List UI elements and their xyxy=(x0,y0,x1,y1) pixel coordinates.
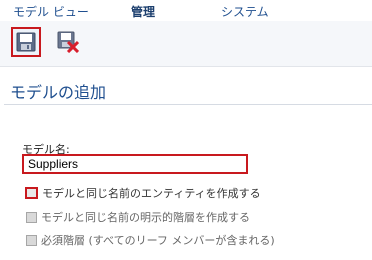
cancel-save-button[interactable] xyxy=(53,27,83,57)
create-explicit-hierarchy-checkbox xyxy=(26,211,37,223)
model-name-input[interactable] xyxy=(22,154,248,174)
create-entity-option[interactable]: モデルと同じ名前のエンティティを作成する xyxy=(25,186,261,200)
page-title: モデルの追加 xyxy=(10,83,107,102)
create-explicit-hierarchy-label: モデルと同じ名前の明示的階層を作成する xyxy=(41,211,250,224)
menu-system[interactable]: システム xyxy=(221,3,269,20)
top-menu-bar: モデル ビュー 管理 システム xyxy=(0,0,372,22)
save-icon xyxy=(16,32,36,52)
menu-admin[interactable]: 管理 xyxy=(131,3,155,20)
menu-model-view[interactable]: モデル ビュー xyxy=(13,3,89,20)
create-entity-checkbox[interactable] xyxy=(25,187,38,199)
cancel-save-icon xyxy=(57,31,79,53)
mandatory-hierarchy-option: 必須階層 (すべてのリーフ メンバーが含まれる) xyxy=(26,233,275,247)
save-button[interactable] xyxy=(11,27,41,57)
toolbar xyxy=(0,21,372,67)
create-entity-label: モデルと同じ名前のエンティティを作成する xyxy=(42,187,261,200)
mandatory-hierarchy-checkbox xyxy=(26,234,37,246)
title-divider xyxy=(4,104,372,105)
mandatory-hierarchy-label: 必須階層 (すべてのリーフ メンバーが含まれる) xyxy=(41,234,275,247)
create-explicit-hierarchy-option: モデルと同じ名前の明示的階層を作成する xyxy=(26,210,250,224)
